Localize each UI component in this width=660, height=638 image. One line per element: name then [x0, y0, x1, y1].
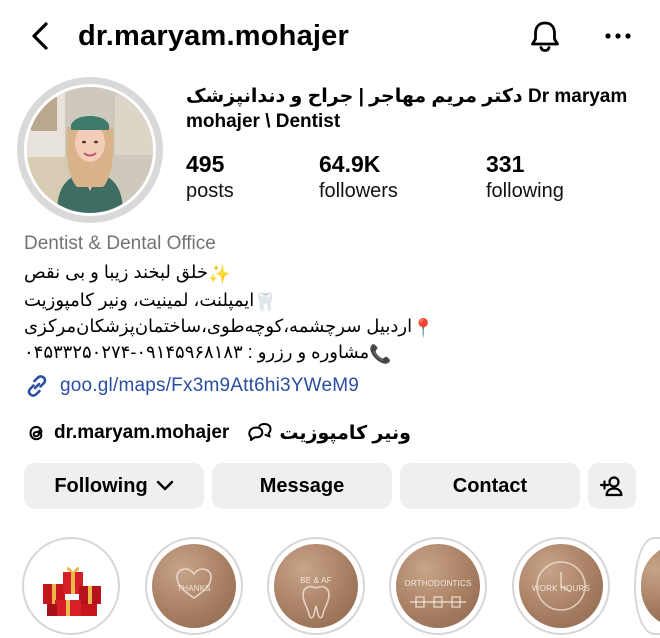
story-highlight[interactable]: THANKS [145, 537, 243, 635]
threads-row: dr.maryam.mohajer ونیر کامپوزیت [24, 418, 411, 448]
tooth-icon [302, 585, 330, 619]
profile-link-text: goo.gl/maps/Fx3m9Att6hi3YWeM9 [60, 375, 360, 396]
followers-count: 64.9K [319, 151, 381, 177]
highlight-cover: WORK HOURS [519, 544, 603, 628]
profile-link[interactable]: goo.gl/maps/Fx3m9Att6hi3YWeM9 [24, 372, 359, 400]
avatar[interactable] [24, 84, 156, 216]
bio-line: اردبیل سرچشمه،کوچه‌طوی،ساختمان‌پزشکان‌مر… [24, 314, 435, 340]
following-count: 331 [486, 151, 525, 177]
channel-badge[interactable]: ونیر کامپوزیت [247, 421, 411, 445]
tooth-icon: 🦷 [254, 292, 277, 312]
highlight-title: ORTHODONTICS [404, 579, 472, 588]
top-bar: dr.maryam.mohajer [0, 0, 660, 72]
posts-stat[interactable]: 495 posts [186, 150, 234, 204]
bio-line-text: خلق لبخند زیبا و بی نقص [24, 262, 209, 282]
followers-label: followers [319, 180, 398, 202]
highlight-cover: ORTHODONTICS [396, 544, 480, 628]
story-highlight[interactable]: BE & AF [267, 537, 365, 635]
bio-line-text: ایمپلنت، لمینیت، ونیر کامپوزیت [24, 290, 255, 310]
message-button-label: Message [259, 474, 345, 497]
followers-stat[interactable]: 64.9K followers [319, 150, 398, 204]
avatar-photo [27, 87, 153, 213]
highlight-title: THANKS [177, 584, 211, 593]
threads-handle: dr.maryam.mohajer [54, 422, 230, 443]
gift-boxes-icon [43, 567, 101, 616]
braces-icon [410, 596, 466, 608]
story-highlight[interactable]: WORK HOURS [512, 537, 610, 635]
chevron-down-icon [156, 480, 173, 491]
channel-name: ونیر کامپوزیت [279, 422, 411, 444]
highlight-cover: THANKS [152, 544, 236, 628]
following-stat[interactable]: 331 following [486, 150, 564, 204]
add-person-icon [599, 476, 623, 497]
story-highlight[interactable] [22, 537, 120, 635]
highlight-cover [641, 544, 660, 628]
bio-line: مشاوره و رزرو : ۰۹۱۴۵۹۶۸۱۸۳-۰۴۵۳۳۲۵۰۲۷۴📞 [24, 340, 392, 366]
bio-line-text: مشاوره و رزرو : ۰۹۱۴۵۹۶۸۱۸۳-۰۴۵۳۳۲۵۰۲۷۴ [24, 342, 370, 362]
highlight-cover: BE & AF [274, 544, 358, 628]
following-label: following [486, 180, 564, 202]
link-icon [27, 375, 47, 397]
contact-button-label: Contact [452, 474, 528, 497]
sparkles-icon: ✨ [208, 264, 231, 284]
bio-line: خلق لبخند زیبا و بی نقص✨ [24, 260, 230, 286]
story-highlight[interactable]: ORTHODONTICS [389, 537, 487, 635]
profile-category: Dentist & Dental Office [24, 233, 216, 254]
highlight-title: BE & AF [300, 576, 332, 585]
bell-icon[interactable] [527, 18, 563, 54]
story-highlight-partial[interactable] [634, 537, 660, 635]
highlight-title: WORK HOURS [532, 584, 590, 593]
profile-username-title: dr.maryam.mohajer [78, 20, 349, 52]
posts-label: posts [186, 180, 234, 202]
highlight-cover [29, 544, 113, 628]
bio-line-text: اردبیل سرچشمه،کوچه‌طوی،ساختمان‌پزشکان‌مر… [24, 316, 413, 336]
threads-badge[interactable]: dr.maryam.mohajer [24, 421, 229, 445]
following-button-label: Following [54, 474, 148, 497]
following-button[interactable]: Following [24, 463, 204, 509]
threads-icon [29, 425, 43, 441]
suggest-people-button[interactable] [588, 463, 636, 509]
location-pin-icon: 📍 [412, 318, 435, 338]
profile-display-name: دکتر مریم مهاجر | جراح و دندانپزشک Dr ma… [186, 86, 628, 132]
back-arrow-icon[interactable] [28, 18, 56, 54]
posts-count: 495 [186, 151, 225, 177]
phone-icon: 📞 [369, 344, 392, 364]
more-options-icon[interactable] [600, 24, 636, 48]
contact-button[interactable]: Contact [400, 463, 580, 509]
bio-line: ایمپلنت، لمینیت، ونیر کامپوزیت🦷 [24, 288, 277, 314]
broadcast-channel-icon [248, 423, 272, 441]
message-button[interactable]: Message [212, 463, 392, 509]
